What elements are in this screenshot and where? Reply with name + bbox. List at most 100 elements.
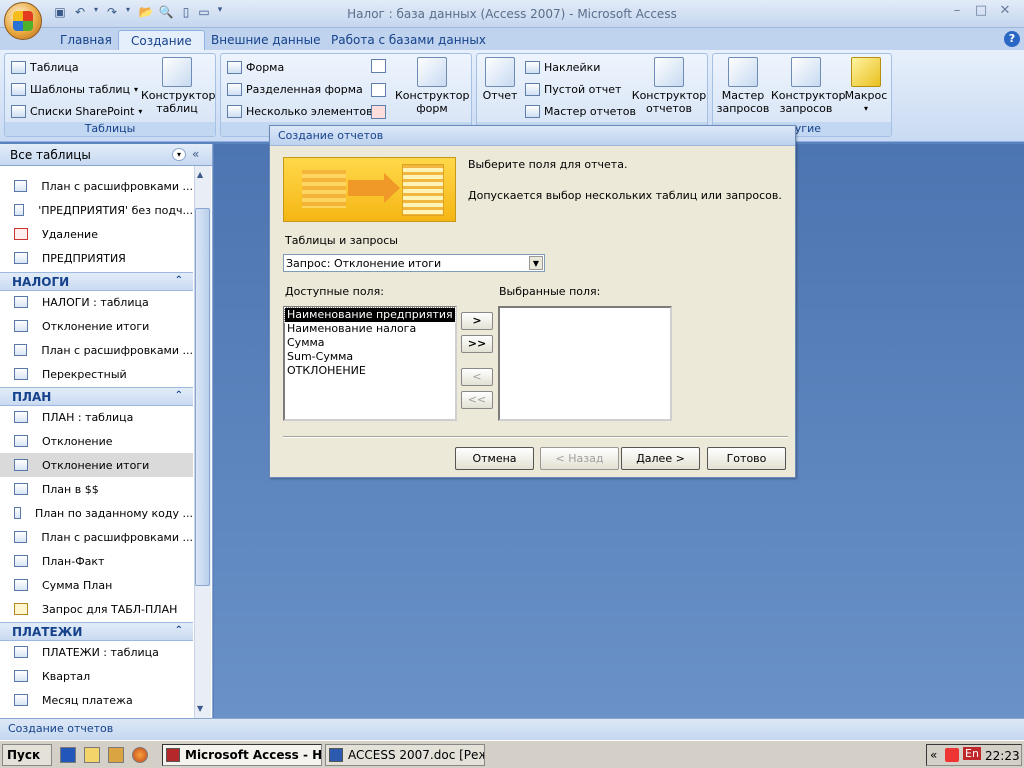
open-folder-icon[interactable]: 📂 <box>138 5 154 21</box>
labels-button[interactable]: Наклейки <box>525 57 600 77</box>
nav-item[interactable]: Сумма План <box>0 573 193 597</box>
tab-home[interactable]: Главная <box>48 30 124 50</box>
remove-all-fields-button[interactable]: << <box>461 391 493 409</box>
nav-group-plan[interactable]: ПЛАН ⌃ <box>0 387 193 406</box>
nav-item[interactable]: Отклонение итоги <box>0 314 193 338</box>
blank-form-icon[interactable] <box>371 83 386 97</box>
query-designer-button[interactable]: Конструктор запросов <box>771 57 845 115</box>
tab-external-data[interactable]: Внешние данные <box>199 30 332 50</box>
nav-item[interactable]: План-Факт <box>0 549 193 573</box>
back-button[interactable]: < Назад <box>540 447 619 470</box>
form-button[interactable]: Форма <box>227 57 284 77</box>
undo-icon[interactable]: ↶ <box>72 5 88 21</box>
page-icon[interactable]: ▯ <box>178 5 194 21</box>
nav-group-platezhi[interactable]: ПЛАТЕЖИ ⌃ <box>0 622 193 641</box>
close-button[interactable]: ✕ <box>994 3 1016 21</box>
add-all-fields-button[interactable]: >> <box>461 335 493 353</box>
sharepoint-lists-button[interactable]: Списки SharePoint ▾ <box>11 101 142 121</box>
nav-item[interactable]: Удаление <box>0 222 193 246</box>
table-button[interactable]: Таблица <box>11 57 79 77</box>
nav-item[interactable]: План с расшифровками ... <box>0 338 193 362</box>
add-field-button[interactable]: > <box>461 312 493 330</box>
available-fields-list[interactable]: Наименование предприятия Наименование на… <box>283 306 457 421</box>
crosstab-icon <box>14 368 28 380</box>
print-preview-icon[interactable]: 🔍 <box>158 5 174 21</box>
nav-item-label: ПЛАН : таблица <box>42 410 134 424</box>
nav-item[interactable]: Месяц платежа <box>0 688 193 712</box>
quicklaunch-app-icon[interactable] <box>60 747 76 763</box>
warning-icon[interactable] <box>945 748 959 762</box>
quicklaunch-tool-icon[interactable] <box>108 747 124 763</box>
nav-menu-chevron-icon[interactable]: ▾ <box>172 148 186 161</box>
scroll-down-icon[interactable]: ▼ <box>197 704 203 713</box>
multiple-items-button[interactable]: Несколько элементов <box>227 101 373 121</box>
minimize-button[interactable]: – <box>946 3 968 21</box>
nav-item[interactable]: НАЛОГИ : таблица <box>0 290 193 314</box>
nav-item[interactable]: План по заданному коду ... <box>0 501 193 525</box>
list-item[interactable]: Наименование налога <box>285 322 455 336</box>
list-item[interactable]: Sum-Сумма <box>285 350 455 364</box>
tab-database-tools[interactable]: Работа с базами данных <box>319 30 498 50</box>
firefox-icon[interactable] <box>132 747 148 763</box>
customize-qat-icon[interactable]: ▾ <box>212 5 228 21</box>
more-forms-icon[interactable] <box>371 105 386 119</box>
tab-create[interactable]: Создание <box>118 30 205 50</box>
table-templates-button[interactable]: Шаблоны таблиц ▾ <box>11 79 138 99</box>
nav-group-nalogi[interactable]: НАЛОГИ ⌃ <box>0 272 193 291</box>
report-button[interactable]: Отчет <box>479 57 521 102</box>
redo-dropdown-icon[interactable]: ▾ <box>120 5 136 21</box>
list-item[interactable]: Сумма <box>285 336 455 350</box>
report-wizard-button[interactable]: Мастер отчетов <box>525 101 636 121</box>
nav-item[interactable]: Квартал <box>0 664 193 688</box>
taskbar-task-access[interactable]: Microsoft Access - На... <box>162 744 322 766</box>
nav-item[interactable]: ПЛАТЕЖИ : таблица <box>0 640 193 664</box>
nav-header[interactable]: Все таблицы ▾ « <box>0 144 212 166</box>
next-button[interactable]: Далее > <box>621 447 700 470</box>
nav-item[interactable]: Перекрестный <box>0 362 193 386</box>
split-form-button[interactable]: Разделенная форма <box>227 79 363 99</box>
redo-icon[interactable]: ↷ <box>104 5 120 21</box>
nav-item[interactable]: План с расшифровками ... <box>0 525 193 549</box>
nav-item[interactable]: ПРЕДПРИЯТИЯ <box>0 246 193 270</box>
scroll-up-icon[interactable]: ▲ <box>197 170 203 179</box>
quicklaunch-search-icon[interactable] <box>84 747 100 763</box>
collapse-chevron-icon: ⌃ <box>174 625 183 636</box>
remove-field-button[interactable]: < <box>461 368 493 386</box>
finish-button[interactable]: Готово <box>707 447 786 470</box>
language-indicator[interactable]: En <box>963 747 981 760</box>
nav-item[interactable]: ПЛАН : таблица <box>0 405 193 429</box>
office-button[interactable] <box>4 2 42 40</box>
query-wizard-button[interactable]: Мастер запросов <box>715 57 771 115</box>
taskbar-task-word[interactable]: ACCESS 2007.doc [Режи... <box>325 744 485 766</box>
maximize-button[interactable]: □ <box>970 3 992 21</box>
save-icon[interactable]: ▣ <box>52 5 68 21</box>
nav-item[interactable]: План в $$ <box>0 477 193 501</box>
query-designer-label-2: запросов <box>779 102 833 115</box>
cancel-button[interactable]: Отмена <box>455 447 534 470</box>
source-select[interactable]: Запрос: Отклонение итоги ▼ <box>283 254 545 272</box>
list-item-selected[interactable]: Наименование предприятия <box>284 307 456 323</box>
nav-item[interactable]: План с расшифровками ... <box>0 174 193 198</box>
nav-scroll-thumb[interactable] <box>195 208 210 586</box>
form-designer-button[interactable]: Конструктор форм <box>395 57 469 115</box>
table-designer-button[interactable]: Конструктор таблиц <box>141 57 215 115</box>
table-designer-icon <box>162 57 192 87</box>
report-designer-button[interactable]: Конструктор отчетов <box>631 57 707 115</box>
nav-item[interactable]: 'ПРЕДПРИЯТИЯ' без подч... <box>0 198 193 222</box>
help-icon[interactable]: ? <box>1004 31 1020 47</box>
selected-fields-list[interactable] <box>498 306 672 421</box>
collapse-pane-icon[interactable]: « <box>192 147 199 161</box>
nav-item[interactable]: Отклонение <box>0 429 193 453</box>
query-icon <box>14 670 28 682</box>
dropdown-arrow-icon[interactable]: ▼ <box>529 256 543 270</box>
nav-item[interactable]: Запрос для ТАБЛ-ПЛАН <box>0 597 193 621</box>
nav-item-selected[interactable]: Отклонение итоги <box>0 453 193 477</box>
blank-report-button[interactable]: Пустой отчет <box>525 79 621 99</box>
tray-expand-icon[interactable]: « <box>930 748 937 762</box>
list-item[interactable]: ОТКЛОНЕНИЕ <box>285 364 455 378</box>
start-button[interactable]: Пуск <box>2 744 52 766</box>
macro-button[interactable]: Макрос ▾ <box>841 57 891 115</box>
pivot-chart-icon[interactable] <box>371 59 386 73</box>
document-icon[interactable]: ▭ <box>196 5 212 21</box>
undo-dropdown-icon[interactable]: ▾ <box>88 5 104 21</box>
